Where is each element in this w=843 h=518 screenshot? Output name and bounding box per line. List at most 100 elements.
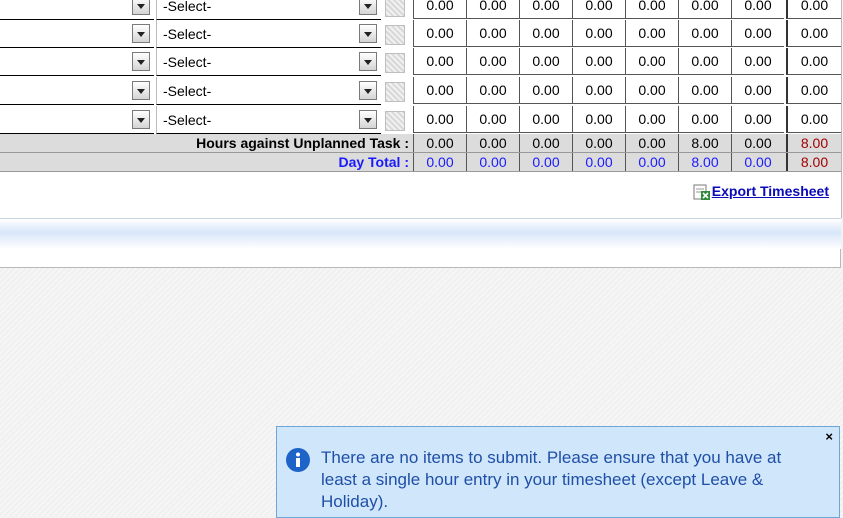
hour-cell[interactable]: 0.00 (731, 77, 784, 104)
hour-cell[interactable]: 0.00 (786, 106, 841, 133)
hour-cell[interactable]: 0.00 (731, 0, 784, 19)
task-dropdown-value: -Select- (163, 83, 212, 99)
hour-cell[interactable]: 0.00 (413, 106, 466, 133)
unplanned-hours-value: 0.00 (519, 134, 572, 152)
footer-strip (0, 249, 841, 268)
hour-cell[interactable]: 0.00 (731, 20, 784, 47)
hour-cell[interactable]: 0.00 (678, 106, 731, 133)
hour-cell[interactable]: 0.00 (572, 0, 625, 19)
hour-cell[interactable]: 0.00 (678, 0, 731, 19)
task-dropdown-value: -Select- (163, 54, 212, 70)
hour-cell[interactable]: 0.00 (572, 77, 625, 104)
task-dropdown-value: -Select- (163, 0, 212, 14)
hour-cell[interactable]: 0.00 (678, 20, 731, 47)
excel-export-icon[interactable] (693, 183, 711, 201)
hour-cell[interactable]: 0.00 (413, 77, 466, 104)
project-dropdown[interactable] (0, 77, 154, 105)
chevron-down-icon[interactable] (359, 52, 377, 71)
row-toggle-icon[interactable] (381, 0, 409, 20)
chevron-down-icon[interactable] (359, 24, 377, 43)
task-dropdown[interactable]: -Select- (156, 106, 381, 134)
day-total-row: Day Total : 0.00 0.00 0.00 0.00 0.00 8.00 0.00… (0, 153, 841, 172)
unplanned-hours-label: Hours against Unplanned Task : (196, 135, 409, 151)
hour-cell[interactable]: 0.00 (625, 20, 678, 47)
task-dropdown-value: -Select- (163, 26, 212, 42)
day-total-value: 0.00 (519, 153, 572, 171)
hour-cell[interactable]: 0.00 (519, 77, 572, 104)
unplanned-hours-row: Hours against Unplanned Task : 0.00 0.00 0… (0, 134, 841, 153)
unplanned-hours-value: 0.00 (572, 134, 625, 152)
hour-cell[interactable]: 0.00 (678, 77, 731, 104)
hour-cell[interactable]: 0.00 (731, 106, 784, 133)
hour-cell[interactable]: 0.00 (678, 48, 731, 75)
chevron-down-icon[interactable] (359, 110, 377, 129)
chevron-down-icon[interactable] (132, 81, 150, 100)
task-dropdown[interactable]: -Select- (156, 20, 381, 48)
row-toggle-icon[interactable] (381, 108, 409, 134)
hour-cell[interactable]: 0.00 (466, 77, 519, 104)
day-total-value: 0.00 (731, 153, 784, 171)
day-total-value: 0.00 (413, 153, 466, 171)
export-timesheet-link[interactable]: Export Timesheet (712, 183, 829, 199)
task-dropdown[interactable]: -Select- (156, 0, 381, 20)
row-toggle-icon[interactable] (381, 79, 409, 105)
day-total-value: 8.00 (786, 153, 841, 171)
project-dropdown[interactable] (0, 106, 154, 134)
day-total-value: 0.00 (625, 153, 678, 171)
notification-message: There are no items to submit. Please ens… (321, 448, 782, 511)
task-dropdown-value: -Select- (163, 112, 212, 128)
hour-cell[interactable]: 0.00 (625, 106, 678, 133)
timesheet-row: -Select- 0.00 0.00 0.00 0.00 0.00 0.00 0.00 0.00 (0, 20, 841, 49)
row-toggle-icon[interactable] (381, 50, 409, 76)
section-divider-band (0, 218, 841, 250)
hour-cell[interactable]: 0.00 (413, 48, 466, 75)
hour-cell[interactable]: 0.00 (519, 20, 572, 47)
hour-cell[interactable]: 0.00 (413, 0, 466, 19)
hour-cell[interactable]: 0.00 (731, 48, 784, 75)
project-dropdown[interactable] (0, 0, 154, 20)
task-dropdown[interactable]: -Select- (156, 48, 381, 76)
chevron-down-icon[interactable] (132, 110, 150, 129)
chevron-down-icon[interactable] (132, 0, 150, 15)
info-notification: There are no items to submit. Please ens… (276, 426, 840, 518)
task-dropdown[interactable]: -Select- (156, 77, 381, 105)
hour-cell[interactable]: 0.00 (786, 48, 841, 75)
unplanned-hours-value: 8.00 (678, 134, 731, 152)
timesheet-row: -Select- 0.00 0.00 0.00 0.00 0.00 0.00 0.00 0.00 (0, 106, 841, 135)
chevron-down-icon[interactable] (359, 81, 377, 100)
unplanned-hours-value: 0.00 (466, 134, 519, 152)
hour-cell[interactable]: 0.00 (625, 0, 678, 19)
timesheet-row: -Select- 0.00 0.00 0.00 0.00 0.00 0.00 0.00 0.00 (0, 0, 841, 21)
project-dropdown[interactable] (0, 48, 154, 76)
hour-cell[interactable]: 0.00 (466, 20, 519, 47)
row-toggle-icon[interactable] (381, 22, 409, 48)
hour-cell[interactable]: 0.00 (413, 20, 466, 47)
hour-cell[interactable]: 0.00 (572, 48, 625, 75)
project-dropdown[interactable] (0, 20, 154, 48)
hour-cell[interactable]: 0.00 (466, 48, 519, 75)
unplanned-hours-value: 0.00 (413, 134, 466, 152)
unplanned-hours-value: 8.00 (786, 134, 841, 152)
hour-cell[interactable]: 0.00 (786, 77, 841, 104)
hour-cell[interactable]: 0.00 (625, 48, 678, 75)
hour-cell[interactable]: 0.00 (625, 77, 678, 104)
hour-cell[interactable]: 0.00 (572, 106, 625, 133)
hour-cell[interactable]: 0.00 (519, 0, 572, 19)
unplanned-hours-value: 0.00 (625, 134, 678, 152)
close-icon[interactable]: × (825, 429, 833, 444)
hour-cell[interactable]: 0.00 (466, 106, 519, 133)
hour-cell[interactable]: 0.00 (519, 48, 572, 75)
chevron-down-icon[interactable] (359, 0, 377, 15)
chevron-down-icon[interactable] (132, 24, 150, 43)
hour-cell[interactable]: 0.00 (786, 20, 841, 47)
info-icon (286, 448, 310, 472)
hour-cell[interactable]: 0.00 (572, 20, 625, 47)
hour-cell[interactable]: 0.00 (519, 106, 572, 133)
timesheet-row: -Select- 0.00 0.00 0.00 0.00 0.00 0.00 0.00 0.00 (0, 48, 841, 77)
hour-cell[interactable]: 0.00 (786, 0, 841, 19)
hour-cell[interactable]: 0.00 (466, 0, 519, 19)
day-total-label: Day Total : (338, 154, 409, 170)
day-total-value: 0.00 (572, 153, 625, 171)
unplanned-hours-value: 0.00 (731, 134, 784, 152)
chevron-down-icon[interactable] (132, 52, 150, 71)
